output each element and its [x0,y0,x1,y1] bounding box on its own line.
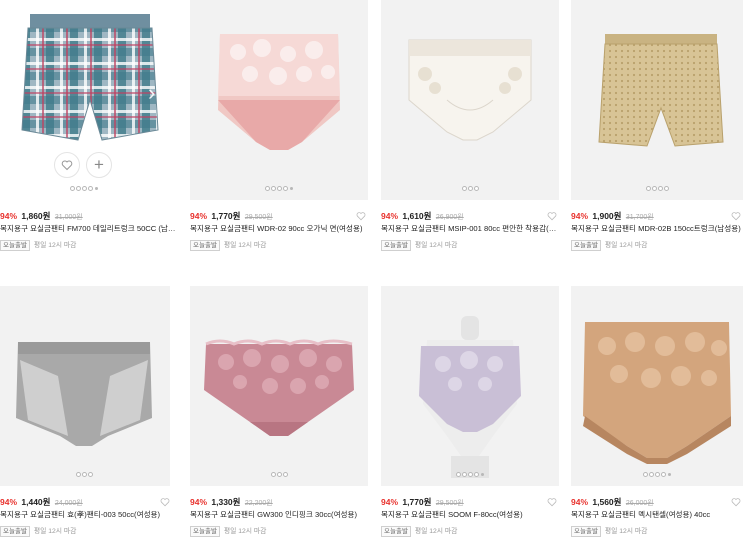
original-price: 31,700원 [625,214,654,221]
sale-price: 1,770원 [402,497,432,507]
same-day-badge: 오늘출발 [0,240,30,251]
chevron-right-icon[interactable]: › [148,80,155,106]
shipping-info: 오늘출발 평일 12시 마감 [381,240,457,251]
sale-price: 1,770원 [211,211,241,221]
sale-price: 1,560원 [592,497,622,507]
original-price: 26,000원 [625,500,654,507]
same-day-badge: 오늘출발 [571,526,601,537]
same-day-badge: 오늘출발 [571,240,601,251]
price-line: 94% 1,610원 26,900원 [381,209,559,223]
heart-icon[interactable] [731,211,741,221]
discount-rate: 94% [381,497,399,507]
original-price: 24,000원 [54,500,83,507]
shipping-cutoff: 평일 12시 마감 [414,528,458,535]
shipping-info: 오늘출발 평일 12시 마감 [0,240,76,251]
discount-rate: 94% [571,497,589,507]
image-pager-dots [0,186,170,191]
sale-price: 1,900원 [592,211,622,221]
shipping-cutoff: 평일 12시 마감 [604,528,648,535]
shipping-info: 오늘출발 평일 12시 마감 [571,240,647,251]
product-title[interactable]: 복지용구 요실금팬티 SOOM F-80cc(여성용) [381,509,559,521]
nude-lace-panty-image [583,322,731,464]
product-image[interactable] [381,0,559,200]
discount-rate: 94% [571,211,589,221]
same-day-badge: 오늘출발 [381,240,411,251]
shipping-info: 오늘출발 평일 12시 마감 [190,526,266,537]
original-price: 29,500원 [244,214,273,221]
product-title[interactable]: 복지용구 요실금팬티 WDR-02 90cc 오가닉 면(여성용) [190,223,368,235]
beige-trunk-image [598,34,724,147]
shipping-cutoff: 평일 12시 마감 [223,242,267,249]
product-title[interactable]: 복지용구 요실금팬티 FM700 데일리트렁크 50CC (남성용) [0,223,178,235]
lavender-panty-mannequin-image [419,316,521,478]
product-title[interactable]: 복지용구 요실금팬티 효(孝)팬티-003 50cc(여성용) [0,509,178,521]
image-pager-dots [0,472,170,477]
shipping-info: 오늘출발 평일 12시 마감 [571,526,647,537]
product-image[interactable] [190,286,368,486]
shipping-cutoff: 평일 12시 마감 [33,242,77,249]
same-day-badge: 오늘출발 [190,526,220,537]
product-image[interactable] [190,0,368,200]
discount-rate: 94% [381,211,399,221]
image-pager-dots [571,186,743,191]
sale-price: 1,610원 [402,211,432,221]
plaid-boxer-image [21,14,159,141]
shipping-cutoff: 평일 12시 마감 [414,242,458,249]
heart-icon[interactable] [547,497,557,507]
product-title[interactable]: 복지용구 요실금팬티 멕시탠셀(여성용) 40cc [571,509,743,521]
price-line: 94% 1,770원 29,500원 [381,495,559,509]
same-day-badge: 오늘출발 [190,240,220,251]
product-image[interactable] [0,286,170,486]
original-price: 29,500원 [435,500,464,507]
heart-icon[interactable] [731,497,741,507]
original-price: 22,200원 [244,500,273,507]
heart-icon[interactable] [356,211,366,221]
discount-rate: 94% [190,211,208,221]
image-pager-dots [381,186,559,191]
discount-rate: 94% [190,497,208,507]
price-line: 94% 1,440원 24,000원 [0,495,178,509]
image-pager-dots [571,472,743,477]
heart-icon[interactable] [547,211,557,221]
gray-panty-image [16,342,152,446]
same-day-badge: 오늘출발 [381,526,411,537]
discount-rate: 94% [0,497,18,507]
price-line: 94% 1,770원 29,500원 [190,209,368,223]
same-day-badge: 오늘출발 [0,526,30,537]
product-title[interactable]: 복지용구 요실금팬티 GW300 인디핑크 30cc(여성용) [190,509,368,521]
shipping-info: 오늘출발 평일 12시 마감 [190,240,266,251]
indi-pink-panty-image [204,339,354,436]
discount-rate: 94% [0,211,18,221]
white-panty-image [408,39,532,141]
sale-price: 1,330원 [211,497,241,507]
product-title[interactable]: 복지용구 요실금팬티 MSIP-001 80cc 편안한 착용감(여성용) [381,223,559,235]
image-pager-dots [190,472,368,477]
product-title[interactable]: 복지용구 요실금팬티 MDR-02B 150cc트렁크(남성용) [571,223,743,235]
sale-price: 1,440원 [21,497,51,507]
shipping-cutoff: 평일 12시 마감 [33,528,77,535]
product-image[interactable]: ‹ › + [0,0,170,200]
image-pager-dots [381,472,559,477]
pink-lace-panty-image [218,34,340,150]
price-line: 94% 1,560원 26,000원 [571,495,743,509]
price-line: 94% 1,330원 22,200원 [190,495,368,509]
sale-price: 1,860원 [21,211,51,221]
heart-icon[interactable] [54,152,80,178]
shipping-cutoff: 평일 12시 마감 [604,242,648,249]
price-line: 94% 1,860원 31,000원 [0,209,178,223]
plus-icon[interactable]: + [86,152,112,178]
shipping-info: 오늘출발 평일 12시 마감 [0,526,76,537]
price-line: 94% 1,900원 31,700원 [571,209,743,223]
product-image[interactable] [571,0,743,200]
chevron-left-icon[interactable]: ‹ [6,80,13,106]
product-image[interactable] [381,286,559,486]
original-price: 31,000원 [54,214,83,221]
shipping-cutoff: 평일 12시 마감 [223,528,267,535]
shipping-info: 오늘출발 평일 12시 마감 [381,526,457,537]
product-image[interactable] [571,286,743,486]
heart-icon[interactable] [160,497,170,507]
image-pager-dots [190,186,368,191]
original-price: 26,900원 [435,214,464,221]
